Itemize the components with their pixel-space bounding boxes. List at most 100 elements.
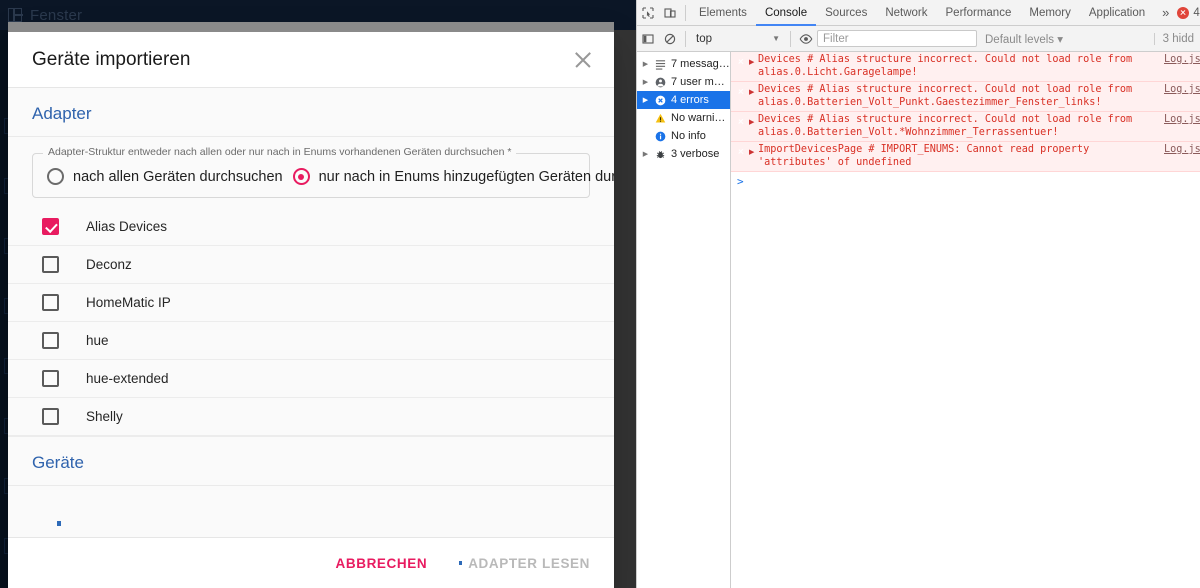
toggle-sidebar-icon[interactable] bbox=[637, 27, 659, 51]
loading-indicator-icon bbox=[459, 561, 463, 565]
checkbox-icon[interactable] bbox=[42, 256, 59, 273]
chevron-right-icon: ▶ bbox=[642, 61, 649, 68]
list-item[interactable]: Alias Devices bbox=[8, 208, 614, 246]
dialog-header: Geräte importieren bbox=[8, 32, 614, 88]
tab-elements[interactable]: Elements bbox=[690, 0, 756, 26]
checkbox-checked-icon[interactable] bbox=[42, 218, 59, 235]
sidebar-item-label: No warnings bbox=[671, 112, 730, 124]
dialog-title: Geräte importieren bbox=[32, 48, 191, 70]
read-adapter-button: ADAPTER LESEN bbox=[447, 547, 602, 580]
console-message-row[interactable]: ▶ Devices # Alias structure incorrect. C… bbox=[731, 82, 1200, 112]
log-levels-select[interactable]: Default levels ▾ bbox=[977, 32, 1071, 46]
devices-section-body bbox=[8, 486, 614, 538]
live-expression-eye-icon[interactable] bbox=[795, 27, 817, 51]
more-tabs-icon[interactable]: » bbox=[1154, 5, 1177, 20]
console-message-row[interactable]: ▶ Devices # Alias structure incorrect. C… bbox=[731, 112, 1200, 142]
cancel-button[interactable]: ABBRECHEN bbox=[324, 547, 440, 580]
screen-root: Fenster Geräte importieren Adapter Adapt… bbox=[0, 0, 1200, 588]
radio-group-legend: Adapter-Struktur entweder nach allen ode… bbox=[43, 146, 517, 158]
error-icon bbox=[735, 54, 749, 56]
sidebar-item-label: 3 verbose bbox=[671, 148, 720, 160]
list-item-label: Alias Devices bbox=[86, 219, 168, 234]
expand-arrow-icon[interactable]: ▶ bbox=[749, 144, 758, 156]
radio-option-label: nach allen Geräten durchsuchen bbox=[73, 168, 283, 185]
devtools-panel: Elements Console Sources Network Perform… bbox=[636, 0, 1200, 588]
loading-indicator-icon bbox=[57, 521, 61, 526]
read-adapter-button-label: ADAPTER LESEN bbox=[468, 555, 590, 571]
modal-backdrop-edge bbox=[614, 30, 636, 588]
expand-arrow-icon[interactable]: ▶ bbox=[749, 84, 758, 96]
console-filter-input[interactable] bbox=[817, 30, 977, 47]
console-message-text: Devices # Alias structure incorrect. Cou… bbox=[758, 84, 1139, 108]
sidebar-item-info[interactable]: ▶ No info bbox=[637, 127, 730, 145]
radio-option-enums-only[interactable]: nur nach in Enums hinzugefügten Geräten … bbox=[292, 168, 614, 185]
list-item[interactable]: hue bbox=[8, 322, 614, 360]
console-message-source-link[interactable]: Log.js bbox=[1164, 54, 1200, 67]
error-icon bbox=[735, 114, 749, 116]
list-item[interactable]: Deconz bbox=[8, 246, 614, 284]
sidebar-item-messages[interactable]: ▶ 7 messages bbox=[637, 55, 730, 73]
list-item[interactable]: HomeMatic IP bbox=[8, 284, 614, 322]
list-item[interactable]: hue-extended bbox=[8, 360, 614, 398]
sidebar-item-label: 7 messages bbox=[671, 58, 730, 70]
list-item-label: Shelly bbox=[86, 409, 123, 424]
radio-fieldset: Adapter-Struktur entweder nach allen ode… bbox=[32, 146, 614, 198]
devtools-console-main: ▶ 7 messages ▶ 7 user mes… ▶ 4 errors No… bbox=[637, 52, 1200, 588]
radio-option-all-devices[interactable]: nach allen Geräten durchsuchen bbox=[47, 168, 283, 185]
checkbox-icon[interactable] bbox=[42, 408, 59, 425]
sidebar-item-errors[interactable]: ▶ 4 errors bbox=[637, 91, 730, 109]
tab-sources[interactable]: Sources bbox=[816, 0, 876, 26]
chevron-right-icon: ▶ bbox=[642, 79, 649, 86]
sidebar-item-verbose[interactable]: ▶ 3 verbose bbox=[637, 145, 730, 163]
list-item-label: hue bbox=[86, 333, 109, 348]
list-icon bbox=[654, 58, 667, 71]
console-message-text: Devices # Alias structure incorrect. Cou… bbox=[758, 54, 1139, 78]
console-sidebar: ▶ 7 messages ▶ 7 user mes… ▶ 4 errors No… bbox=[637, 52, 731, 588]
console-message-text: ImportDevicesPage # IMPORT_ENUMS: Cannot… bbox=[758, 144, 1096, 168]
console-message-row[interactable]: ▶ Devices # Alias structure incorrect. C… bbox=[731, 52, 1200, 82]
error-icon bbox=[654, 94, 667, 107]
device-toolbar-icon[interactable] bbox=[659, 1, 681, 25]
expand-arrow-icon[interactable]: ▶ bbox=[749, 114, 758, 126]
list-item[interactable]: Shelly bbox=[8, 398, 614, 436]
checkbox-icon[interactable] bbox=[42, 332, 59, 349]
user-icon bbox=[654, 76, 667, 89]
dialog-footer: ABBRECHEN ADAPTER LESEN bbox=[8, 538, 614, 588]
section-heading-devices: Geräte bbox=[8, 436, 614, 486]
prompt-caret-icon: > bbox=[737, 174, 744, 188]
divider bbox=[685, 30, 686, 47]
error-icon bbox=[735, 84, 749, 86]
console-message-row[interactable]: ▶ ImportDevicesPage # IMPORT_ENUMS: Cann… bbox=[731, 142, 1200, 172]
checkbox-icon[interactable] bbox=[42, 294, 59, 311]
console-message-source-link[interactable]: Log.js bbox=[1164, 84, 1200, 97]
chevron-right-icon: ▶ bbox=[642, 97, 649, 104]
log-levels-label: Default levels bbox=[985, 33, 1055, 46]
console-message-source-link[interactable]: Log.js bbox=[1164, 144, 1200, 157]
tab-console[interactable]: Console bbox=[756, 0, 816, 26]
adapter-checkbox-list: Alias Devices Deconz HomeMatic IP hue hu… bbox=[8, 208, 614, 436]
adapter-scan-mode-group: Adapter-Struktur entweder nach allen ode… bbox=[8, 137, 614, 208]
clear-console-icon[interactable] bbox=[659, 27, 681, 51]
console-message-source-link[interactable]: Log.js bbox=[1164, 114, 1200, 127]
sidebar-item-label: 7 user mes… bbox=[671, 76, 730, 88]
tab-performance[interactable]: Performance bbox=[937, 0, 1021, 26]
execution-context-select[interactable]: top ▼ bbox=[690, 33, 786, 45]
console-prompt[interactable]: > bbox=[731, 172, 1200, 190]
error-count-badge[interactable]: 4 bbox=[1177, 6, 1200, 19]
dialog-top-strip bbox=[8, 22, 614, 32]
error-count-label: 4 bbox=[1193, 6, 1200, 19]
tab-memory[interactable]: Memory bbox=[1020, 0, 1080, 26]
close-icon[interactable] bbox=[570, 47, 596, 73]
expand-arrow-icon[interactable]: ▶ bbox=[749, 54, 758, 66]
devtools-tabbar: Elements Console Sources Network Perform… bbox=[637, 0, 1200, 26]
warning-icon bbox=[654, 112, 667, 125]
inspect-element-icon[interactable] bbox=[637, 1, 659, 25]
error-icon bbox=[1177, 6, 1190, 19]
tab-application[interactable]: Application bbox=[1080, 0, 1154, 26]
checkbox-icon[interactable] bbox=[42, 370, 59, 387]
sidebar-item-user-messages[interactable]: ▶ 7 user mes… bbox=[637, 73, 730, 91]
chevron-right-icon: ▶ bbox=[642, 151, 649, 158]
console-message-list: ▶ Devices # Alias structure incorrect. C… bbox=[731, 52, 1200, 588]
sidebar-item-warnings[interactable]: ▶ No warnings bbox=[637, 109, 730, 127]
tab-network[interactable]: Network bbox=[876, 0, 936, 26]
